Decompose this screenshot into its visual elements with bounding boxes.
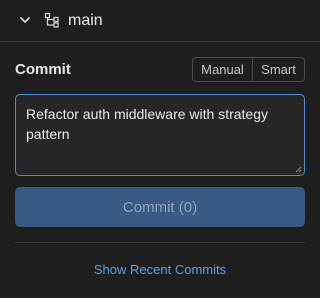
commit-message-text: Refactor auth middleware with strategy p… bbox=[26, 106, 268, 142]
commit-section-label: Commit bbox=[15, 61, 71, 78]
show-recent-commits-link[interactable]: Show Recent Commits bbox=[0, 262, 320, 278]
commit-button[interactable]: Commit (0) bbox=[15, 187, 305, 227]
chevron-down-icon[interactable] bbox=[18, 13, 32, 27]
divider bbox=[15, 242, 305, 243]
commit-mode-toggle[interactable]: Manual Smart bbox=[192, 57, 305, 82]
mode-manual-button[interactable]: Manual bbox=[193, 58, 253, 81]
commit-message-input[interactable]: Refactor auth middleware with strategy p… bbox=[15, 94, 305, 176]
resize-handle-icon[interactable] bbox=[295, 166, 302, 173]
branch-icon bbox=[44, 12, 59, 28]
mode-smart-button[interactable]: Smart bbox=[253, 58, 304, 81]
branch-header[interactable]: main bbox=[0, 0, 320, 42]
branch-name: main bbox=[68, 12, 103, 29]
